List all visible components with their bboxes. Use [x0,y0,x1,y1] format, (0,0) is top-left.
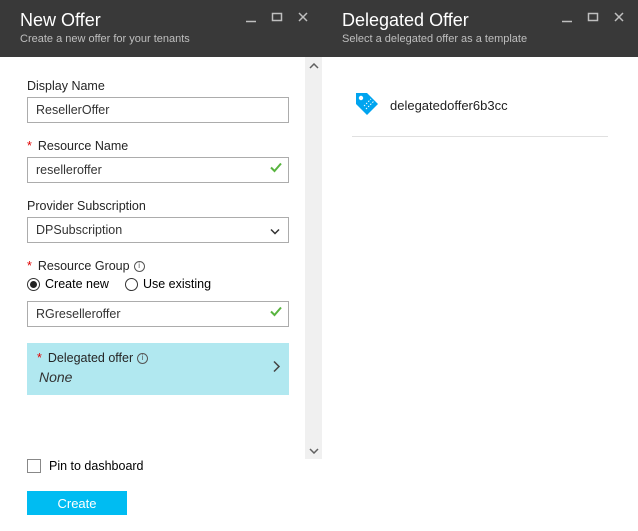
maximize-icon[interactable] [582,6,604,28]
required-marker: * [27,259,32,273]
close-icon[interactable] [292,6,314,28]
radio-create-new[interactable]: Create new [27,277,109,291]
panel-body: Display Name * Resource Name Provider Su… [0,57,322,459]
scroll-down-icon[interactable] [307,444,320,457]
maximize-icon[interactable] [266,6,288,28]
price-tag-icon [352,89,380,122]
pin-label: Pin to dashboard [49,459,144,473]
required-marker: * [37,351,42,365]
scrollbar[interactable] [305,57,322,459]
required-marker: * [27,139,32,153]
panel-footer: Pin to dashboard Create [0,459,322,531]
panel-subtitle: Create a new offer for your tenants [20,33,308,45]
new-offer-panel: New Offer Create a new offer for your te… [0,0,322,531]
resource-group-label-text: Resource Group [38,259,130,273]
radio-create-new-label: Create new [45,277,109,291]
close-icon[interactable] [608,6,630,28]
delegated-offer-value: None [37,369,279,385]
form-area: Display Name * Resource Name Provider Su… [27,79,289,395]
resource-name-label-text: Resource Name [38,139,128,153]
create-button[interactable]: Create [27,491,127,515]
valid-check-icon [269,161,283,180]
resource-group-name-input[interactable] [27,301,289,327]
window-controls [240,6,314,28]
panel-header: New Offer Create a new offer for your te… [0,0,322,57]
delegated-offer-label: Delegated offer [48,351,133,365]
chevron-down-icon [270,223,280,238]
delegated-offer-item-label: delegatedoffer6b3cc [390,98,508,113]
info-icon[interactable]: i [134,261,145,272]
resource-group-label: * Resource Group i [27,259,289,273]
scroll-up-icon[interactable] [307,59,320,72]
delegated-offer-panel: Delegated Offer Select a delegated offer… [322,0,638,531]
chevron-right-icon [272,360,281,379]
provider-sub-label: Provider Subscription [27,199,289,213]
radio-icon [27,278,40,291]
minimize-icon[interactable] [556,6,578,28]
display-name-input[interactable] [27,97,289,123]
display-name-label: Display Name [27,79,289,93]
panel-body: delegatedoffer6b3cc [322,57,638,531]
valid-check-icon [269,305,283,324]
radio-use-existing[interactable]: Use existing [125,277,211,291]
radio-use-existing-label: Use existing [143,277,211,291]
minimize-icon[interactable] [240,6,262,28]
resource-name-label: * Resource Name [27,139,289,153]
delegated-offer-selector[interactable]: * Delegated offer i None [27,343,289,395]
panel-header: Delegated Offer Select a delegated offer… [322,0,638,57]
info-icon[interactable]: i [137,353,148,364]
window-controls [556,6,630,28]
provider-sub-select[interactable]: DPSubscription [27,217,289,243]
delegated-offer-label-row: * Delegated offer i [37,351,279,365]
resource-group-mode: Create new Use existing [27,277,289,291]
checkbox-icon[interactable] [27,459,41,473]
delegated-offer-item[interactable]: delegatedoffer6b3cc [352,79,608,137]
pin-to-dashboard-row[interactable]: Pin to dashboard [27,459,295,473]
panel-subtitle: Select a delegated offer as a template [342,33,624,45]
radio-icon [125,278,138,291]
provider-sub-value: DPSubscription [36,223,122,237]
resource-name-input[interactable] [27,157,289,183]
